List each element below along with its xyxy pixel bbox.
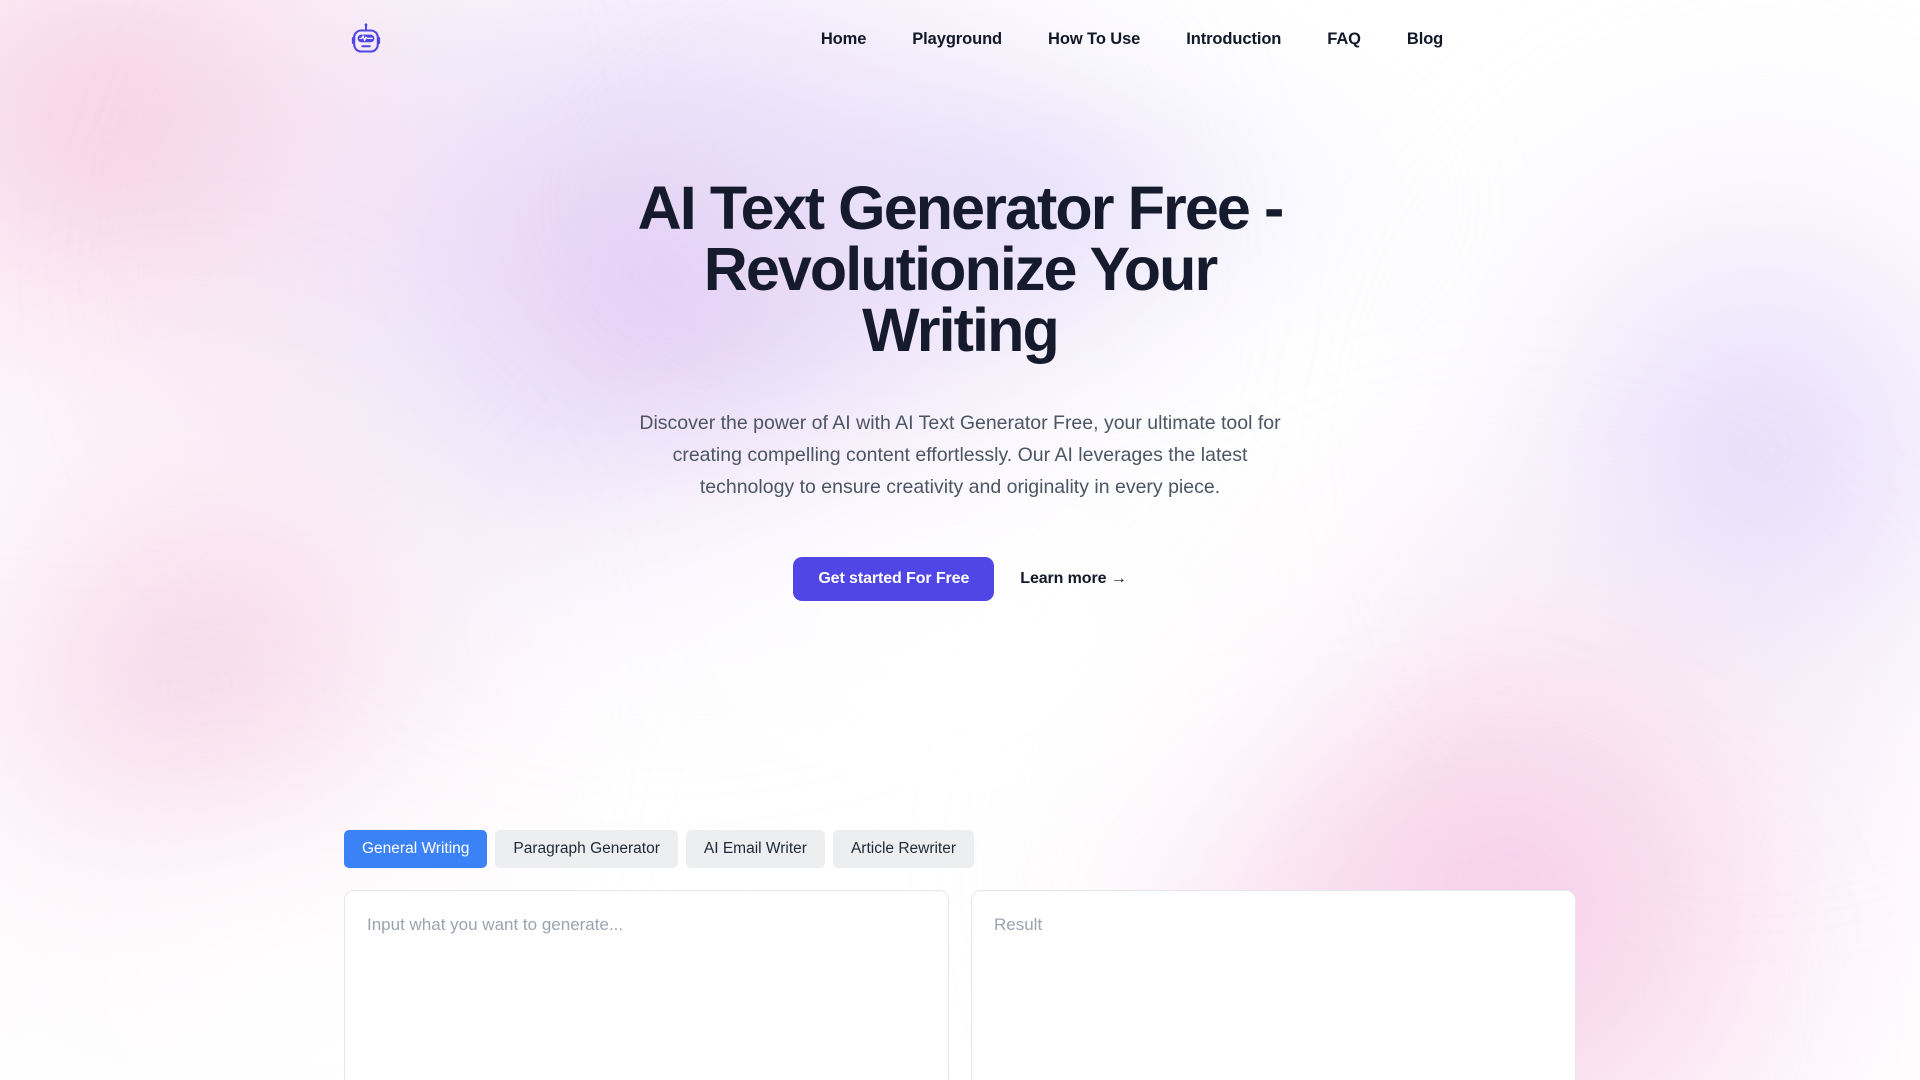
tab-general-writing[interactable]: General Writing xyxy=(344,830,488,869)
tab-ai-email-writer[interactable]: AI Email Writer xyxy=(685,830,825,869)
hero-cta-row: Get started For Free Learn more → xyxy=(0,557,1920,601)
nav-item-home[interactable]: Home xyxy=(798,20,889,59)
learn-more-link[interactable]: Learn more → xyxy=(1020,570,1126,588)
generator-result-placeholder: Result xyxy=(994,915,1043,935)
generator-result-panel[interactable]: Result xyxy=(971,890,1576,1080)
hero-subtitle: Discover the power of AI with AI Text Ge… xyxy=(639,412,1281,498)
tab-article-rewriter[interactable]: Article Rewriter xyxy=(832,830,975,869)
get-started-button[interactable]: Get started For Free xyxy=(793,557,995,601)
main-navigation: Home Playground How To Use Introduction … xyxy=(344,20,1920,59)
playground-section: General Writing Paragraph Generator AI E… xyxy=(344,830,1576,1080)
hero-title: AI Text Generator Free - Revolutionize Y… xyxy=(637,174,1285,364)
tab-paragraph-generator[interactable]: Paragraph Generator xyxy=(495,830,678,869)
generator-input-placeholder: Input what you want to generate... xyxy=(367,915,624,935)
hero-section: AI Text Generator Free - Revolutionize Y… xyxy=(0,78,1920,601)
nav-item-faq[interactable]: FAQ xyxy=(1304,20,1384,59)
nav-item-introduction[interactable]: Introduction xyxy=(1163,20,1304,59)
page-root: Home Playground How To Use Introduction … xyxy=(0,0,1920,1080)
site-header: Home Playground How To Use Introduction … xyxy=(0,0,1920,78)
playground-panels: Input what you want to generate... Resul… xyxy=(344,890,1576,1080)
nav-item-blog[interactable]: Blog xyxy=(1384,20,1466,59)
generator-input-panel[interactable]: Input what you want to generate... xyxy=(344,890,949,1080)
playground-tab-bar: General Writing Paragraph Generator AI E… xyxy=(344,830,1576,869)
nav-item-how-to-use[interactable]: How To Use xyxy=(1025,20,1163,59)
nav-item-playground[interactable]: Playground xyxy=(889,20,1025,59)
